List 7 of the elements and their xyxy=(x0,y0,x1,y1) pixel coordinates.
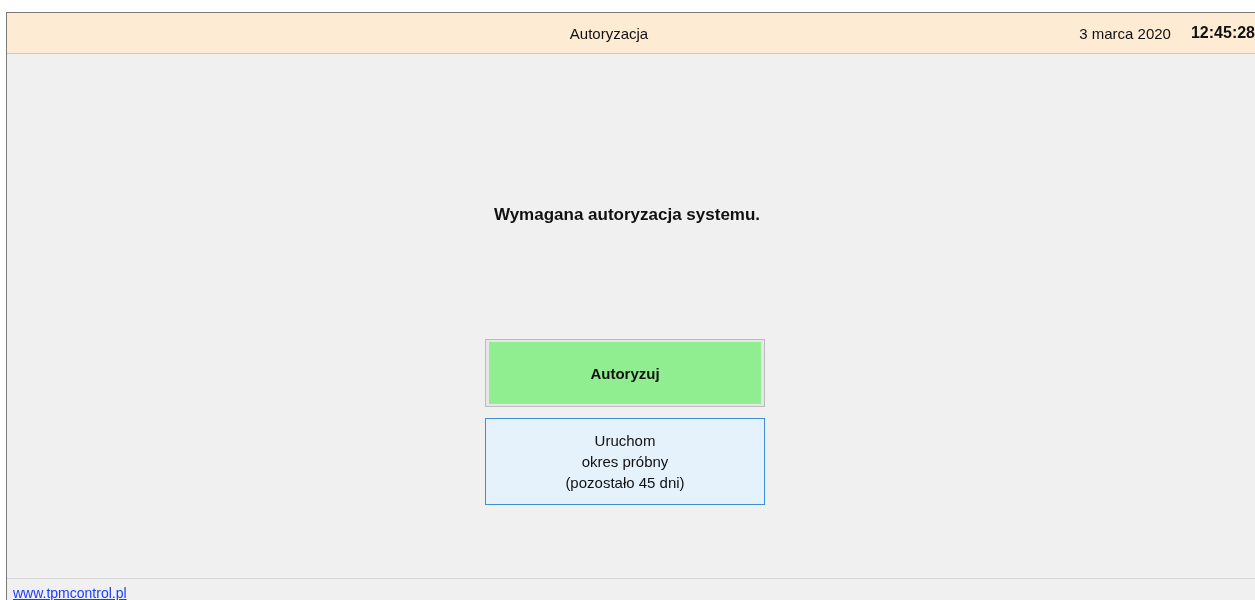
message-text: Wymagana autoryzacja systemu. xyxy=(493,205,761,225)
website-link[interactable]: www.tpmcontrol.pl xyxy=(13,585,127,600)
authorize-button[interactable]: Autoryzuj xyxy=(489,342,761,404)
time-label: 12:45:28 xyxy=(1190,24,1255,42)
trial-button[interactable]: Uruchom okres próbny (pozostało 45 dni) xyxy=(485,418,765,505)
date-label: 3 marca 2020 xyxy=(1079,24,1171,42)
window-title: Autoryzacja xyxy=(569,24,649,42)
